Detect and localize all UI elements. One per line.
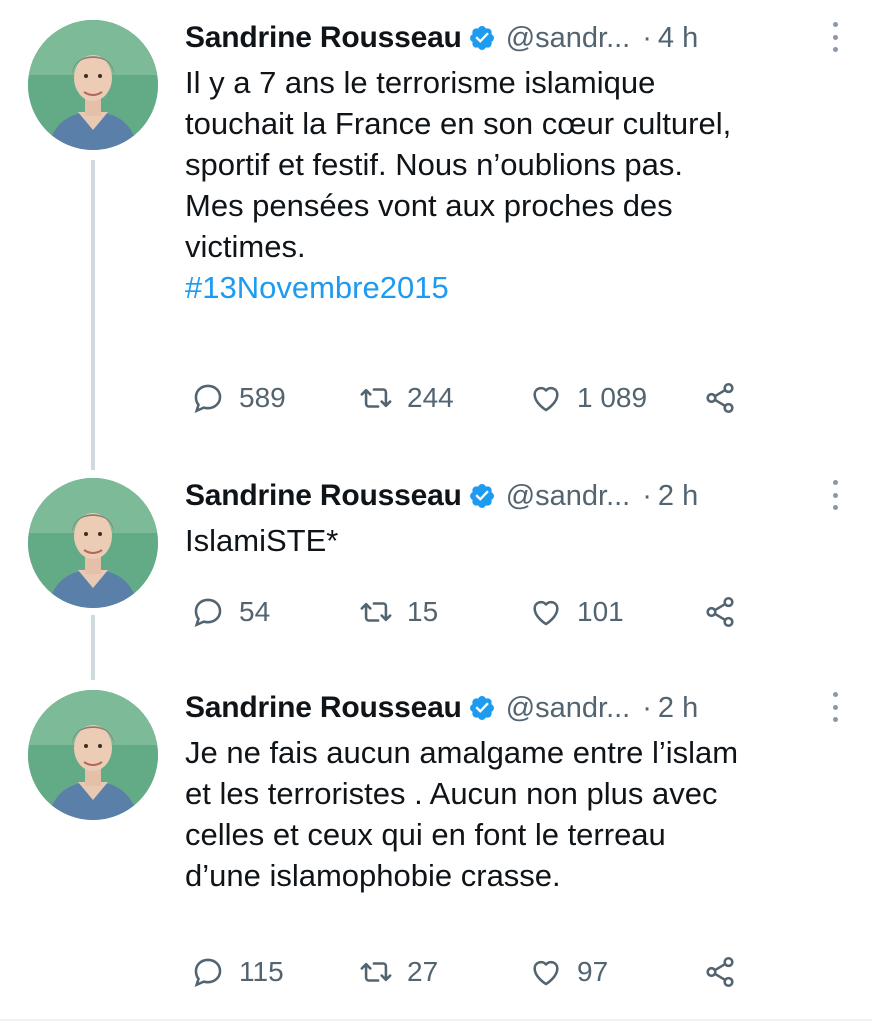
like-count: 97 xyxy=(577,956,609,987)
reply-button[interactable]: 589 xyxy=(191,378,286,418)
tweet[interactable]: Sandrine Rousseau @sandr... · 2 h Je ne … xyxy=(0,682,872,1012)
tweet-text-line: Mes pensées vont aux proches des xyxy=(185,188,673,223)
tweet-header: Sandrine Rousseau @sandr... · 2 h xyxy=(185,688,845,728)
reply-button[interactable]: 54 xyxy=(191,592,270,632)
tweet-text-line: et les terroristes . Aucun non plus avec xyxy=(185,776,718,811)
more-options-icon[interactable] xyxy=(825,22,845,52)
tweet[interactable]: Sandrine Rousseau @sandr... · 4 h Il y a… xyxy=(0,0,872,450)
tweet-timestamp[interactable]: 4 h xyxy=(658,22,698,55)
retweet-button[interactable]: 244 xyxy=(359,378,454,418)
profile-photo xyxy=(28,478,158,608)
verified-badge-icon xyxy=(468,24,496,52)
share-icon xyxy=(703,955,737,989)
heart-icon xyxy=(529,955,563,989)
avatar[interactable] xyxy=(28,478,158,608)
share-icon xyxy=(703,595,737,629)
separator-dot: · xyxy=(642,479,652,512)
tweet-header: Sandrine Rousseau @sandr... · 2 h xyxy=(185,476,845,516)
tweet-header: Sandrine Rousseau @sandr... · 4 h xyxy=(185,18,845,58)
like-button[interactable]: 97 xyxy=(529,952,608,992)
tweet-text-line: Je ne fais aucun amalgame entre l’islam xyxy=(185,735,739,770)
more-options-icon[interactable] xyxy=(825,692,845,722)
tweet-timestamp[interactable]: 2 h xyxy=(658,692,698,725)
tweet-actions: 115 27 97 xyxy=(185,952,785,992)
author-handle[interactable]: @sandr... xyxy=(506,22,631,55)
retweet-count: 15 xyxy=(407,596,439,627)
like-count: 101 xyxy=(577,596,624,627)
retweet-button[interactable]: 15 xyxy=(359,592,438,632)
tweet-timestamp[interactable]: 2 h xyxy=(658,480,698,513)
share-button[interactable] xyxy=(703,592,751,632)
reply-count: 115 xyxy=(239,956,284,987)
share-button[interactable] xyxy=(703,952,751,992)
author-name[interactable]: Sandrine Rousseau xyxy=(185,21,462,55)
hashtag-link[interactable]: #13Novembre2015 xyxy=(185,267,845,308)
profile-photo xyxy=(28,690,158,820)
tweet-text: Je ne fais aucun amalgame entre l’islam … xyxy=(185,732,845,896)
tweet-text-line: celles et ceux qui en font le terreau xyxy=(185,817,666,852)
more-options-icon[interactable] xyxy=(825,480,845,510)
reply-icon xyxy=(191,595,225,629)
retweet-icon xyxy=(359,595,393,629)
separator-dot: · xyxy=(642,691,652,724)
verified-badge-icon xyxy=(468,482,496,510)
separator-dot: · xyxy=(642,21,652,54)
tweet-text: IslamiSTE* xyxy=(185,520,845,561)
tweet-actions: 54 15 101 xyxy=(185,592,785,632)
tweet-text-line: d’une islamophobie crasse. xyxy=(185,858,561,893)
verified-badge-icon xyxy=(468,694,496,722)
reply-count: 589 xyxy=(239,382,286,413)
retweet-icon xyxy=(359,381,393,415)
tweet-actions: 589 244 1 089 xyxy=(185,378,785,418)
tweet-text: Il y a 7 ans le terrorisme islamique tou… xyxy=(185,62,845,308)
reply-icon xyxy=(191,381,225,415)
tweet-text-line: touchait la France en son cœur culturel, xyxy=(185,106,732,141)
author-name[interactable]: Sandrine Rousseau xyxy=(185,691,462,725)
like-count: 1 089 xyxy=(577,382,648,413)
author-handle[interactable]: @sandr... xyxy=(506,480,631,513)
heart-icon xyxy=(529,595,563,629)
like-button[interactable]: 101 xyxy=(529,592,624,632)
tweet-text-line: sportif et festif. Nous n’oublions pas. xyxy=(185,147,683,182)
like-button[interactable]: 1 089 xyxy=(529,378,647,418)
reply-button[interactable]: 115 xyxy=(191,952,284,992)
retweet-button[interactable]: 27 xyxy=(359,952,438,992)
author-handle[interactable]: @sandr... xyxy=(506,692,631,725)
reply-icon xyxy=(191,955,225,989)
reply-count: 54 xyxy=(239,596,271,627)
author-name[interactable]: Sandrine Rousseau xyxy=(185,479,462,513)
tweet-text-line: IslamiSTE* xyxy=(185,523,339,558)
tweet[interactable]: Sandrine Rousseau @sandr... · 2 h Islami… xyxy=(0,470,872,660)
share-button[interactable] xyxy=(703,378,751,418)
avatar[interactable] xyxy=(28,690,158,820)
tweet-text-line: victimes. xyxy=(185,229,306,264)
retweet-count: 244 xyxy=(407,382,454,413)
avatar[interactable] xyxy=(28,20,158,150)
retweet-icon xyxy=(359,955,393,989)
divider xyxy=(0,1019,872,1021)
retweet-count: 27 xyxy=(407,956,439,987)
heart-icon xyxy=(529,381,563,415)
share-icon xyxy=(703,381,737,415)
tweet-text-line: Il y a 7 ans le terrorisme islamique xyxy=(185,65,656,100)
profile-photo xyxy=(28,20,158,150)
